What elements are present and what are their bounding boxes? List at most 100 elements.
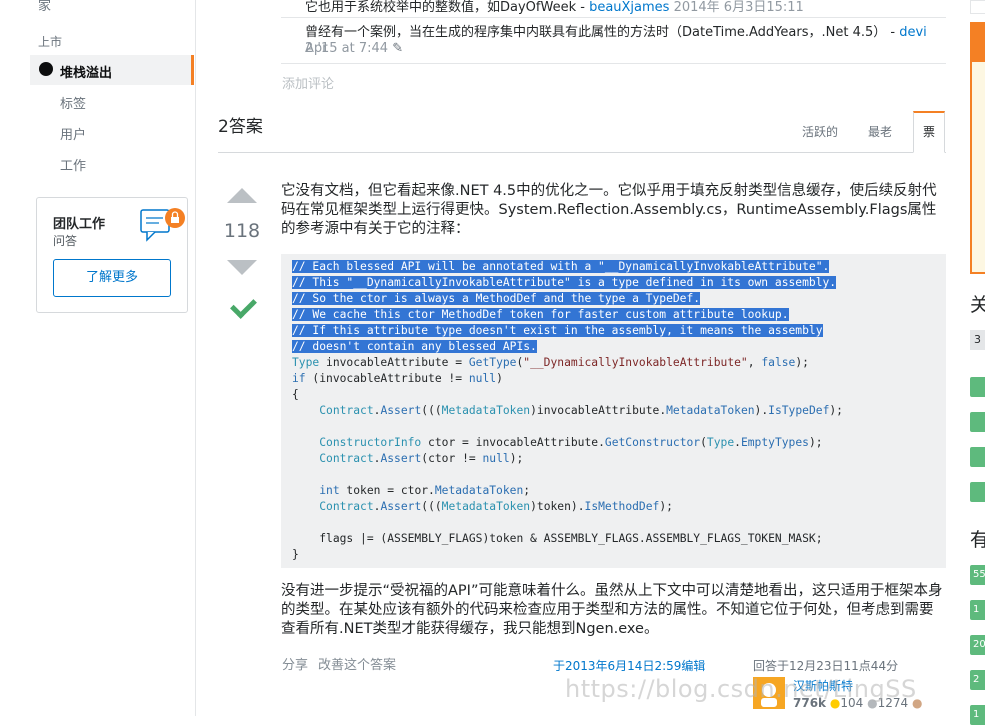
code-token: null bbox=[482, 452, 510, 465]
featured-box bbox=[970, 62, 985, 274]
globe-icon bbox=[39, 62, 53, 76]
code-token: Assert bbox=[380, 452, 422, 465]
code-token: ) bbox=[496, 372, 503, 385]
comment-item: 它也用于系统校举中的整数值，如DayOfWeek - beauXjames 20… bbox=[305, 0, 804, 15]
answer-outro: 没有进一步提示“受祝福的API”可能意味着什么。虽然从上下文中可以清楚地看出，这… bbox=[281, 583, 943, 637]
code-token: int bbox=[319, 484, 340, 497]
code-token: (invocableAttribute != bbox=[305, 372, 469, 385]
code-token: flags |= (ASSEMBLY_FLAGS)token & ASSEMBL… bbox=[319, 532, 823, 545]
code-token: ConstructorInfo bbox=[319, 436, 422, 449]
improve-answer-link[interactable]: 改善这个答案 bbox=[318, 654, 396, 673]
code-token: token = ctor. bbox=[339, 484, 435, 497]
code-token: IsTypeDef bbox=[768, 404, 830, 417]
related-heading: 关 bbox=[970, 294, 985, 316]
code-token: EmptyTypes bbox=[740, 436, 809, 449]
code-comment: // If this attribute type doesn't exist … bbox=[292, 324, 823, 337]
code-token: IsMethodDef bbox=[584, 500, 660, 513]
code-token: ); bbox=[509, 452, 524, 465]
left-sidebar: 家 上市 堆栈溢出 标签 用户 工作 bbox=[0, 0, 196, 716]
comment-time[interactable]: 2 '15 at 7:44 bbox=[305, 41, 388, 56]
code-token: "__DynamicallyInvokableAttribute" bbox=[523, 356, 748, 369]
code-token: ((( bbox=[421, 404, 442, 417]
sidebar-item-label: 堆栈溢出 bbox=[60, 66, 113, 81]
sidebar-item-stackoverflow[interactable]: 堆栈溢出 bbox=[30, 55, 194, 85]
related-score-badge[interactable] bbox=[970, 412, 985, 432]
sidebar-item-users[interactable]: 用户 bbox=[60, 124, 86, 143]
learn-more-button[interactable]: 了解更多 bbox=[53, 259, 171, 297]
linked-score-badge[interactable]: 20 bbox=[970, 635, 985, 655]
right-widget-top bbox=[970, 0, 985, 14]
code-token: Contract bbox=[319, 452, 374, 465]
comment-user-link[interactable]: beauXjames bbox=[589, 0, 669, 15]
code-token: Contract bbox=[319, 404, 374, 417]
accepted-check-icon bbox=[230, 292, 257, 319]
comment-time-cont: 2 '15 at 7:44 ✎ bbox=[305, 41, 403, 57]
comment-text: 它也用于系统校举中的整数值，如DayOfWeek - bbox=[305, 0, 585, 15]
code-token: ); bbox=[829, 404, 843, 417]
code-token: Contract bbox=[319, 500, 374, 513]
comment-divider bbox=[281, 17, 946, 18]
code-token: ; bbox=[523, 484, 531, 497]
code-token: Assert bbox=[380, 500, 422, 513]
add-comment-link[interactable]: 添加评论 bbox=[282, 73, 334, 92]
code-token: invocableAttribute = bbox=[319, 356, 469, 369]
answer-intro: 它没有文档，但它看起来像.NET 4.5中的优化之一。它似乎用于填充反射类型信息… bbox=[281, 183, 937, 237]
related-score-badge[interactable] bbox=[970, 482, 985, 502]
right-panel: 关 3 有 55 1 20 2 1 bbox=[962, 0, 985, 725]
code-token: ctor = invocableAttribute. bbox=[421, 436, 605, 449]
tab-active[interactable]: 活跃的 bbox=[802, 123, 838, 140]
vote-count: 118 bbox=[223, 220, 261, 242]
linked-score-badge[interactable]: 1 bbox=[970, 705, 985, 725]
answered-time: 回答于12月23日11点44分 bbox=[753, 659, 899, 673]
comment-divider bbox=[281, 63, 946, 64]
code-token: GetConstructor bbox=[604, 436, 701, 449]
watermark-text: https://blog.csdn.net/LingSS bbox=[565, 675, 917, 703]
code-comment: // We cache this ctor MethodDef token fo… bbox=[292, 308, 789, 321]
code-token: Type bbox=[292, 356, 320, 369]
linked-score-badge[interactable]: 2 bbox=[970, 670, 985, 690]
code-token: . bbox=[734, 436, 741, 449]
comment-time[interactable]: 2014年 6月3日15:11 bbox=[674, 0, 804, 15]
code-token: MetadataToken bbox=[441, 404, 531, 417]
code-token: Assert bbox=[380, 404, 422, 417]
sidebar-home-link[interactable]: 家 bbox=[38, 0, 51, 14]
code-token: ((( bbox=[421, 500, 442, 513]
sidebar-public-heading: 上市 bbox=[38, 35, 63, 49]
teams-title: 团队工作 bbox=[53, 217, 106, 232]
code-content: // Each blessed API will be annotated wi… bbox=[292, 259, 843, 563]
code-token: false bbox=[761, 356, 796, 369]
related-score-badge[interactable] bbox=[970, 377, 985, 397]
share-link[interactable]: 分享 bbox=[282, 654, 308, 673]
code-comment: // This "__DynamicallyInvokableAttribute… bbox=[292, 276, 837, 289]
answers-count-heading: 2答案 bbox=[218, 117, 263, 137]
linked-score-badge[interactable]: 55 bbox=[970, 565, 985, 585]
sidebar-item-tags[interactable]: 标签 bbox=[60, 93, 86, 112]
code-token: ). bbox=[754, 404, 769, 417]
linked-score-badge[interactable]: 1 bbox=[970, 600, 985, 620]
code-token: MetadataToken bbox=[441, 500, 531, 513]
teams-chat-icon bbox=[140, 208, 185, 242]
code-token: } bbox=[292, 548, 299, 561]
code-token: , bbox=[747, 356, 762, 369]
tab-votes[interactable]: 票 bbox=[913, 111, 945, 153]
teams-subtitle: 问答 bbox=[53, 234, 78, 248]
tab-oldest[interactable]: 最老 bbox=[868, 123, 892, 140]
tag-chip[interactable]: 3 bbox=[970, 330, 985, 350]
related-score-badge[interactable] bbox=[970, 447, 985, 467]
sidebar-item-jobs[interactable]: 工作 bbox=[60, 155, 86, 174]
edited-time-link[interactable]: 于2013年6月14日2:59编辑 bbox=[553, 657, 705, 674]
comment-user-link[interactable]: devi bbox=[899, 25, 927, 40]
code-token: )token). bbox=[530, 500, 585, 513]
featured-header bbox=[970, 22, 985, 62]
code-comment: // doesn't contain any blessed APIs. bbox=[292, 340, 537, 353]
upvote-icon[interactable] bbox=[227, 188, 257, 203]
code-token: if bbox=[292, 372, 306, 385]
linked-heading: 有 bbox=[970, 529, 985, 551]
code-token: ); bbox=[659, 500, 673, 513]
downvote-icon[interactable] bbox=[227, 260, 257, 275]
pencil-icon[interactable]: ✎ bbox=[392, 41, 403, 56]
code-token: { bbox=[292, 388, 299, 401]
code-comment: // So the ctor is always a MethodDef and… bbox=[292, 292, 701, 305]
code-token: )invocableAttribute. bbox=[530, 404, 667, 417]
code-token: ); bbox=[795, 356, 809, 369]
